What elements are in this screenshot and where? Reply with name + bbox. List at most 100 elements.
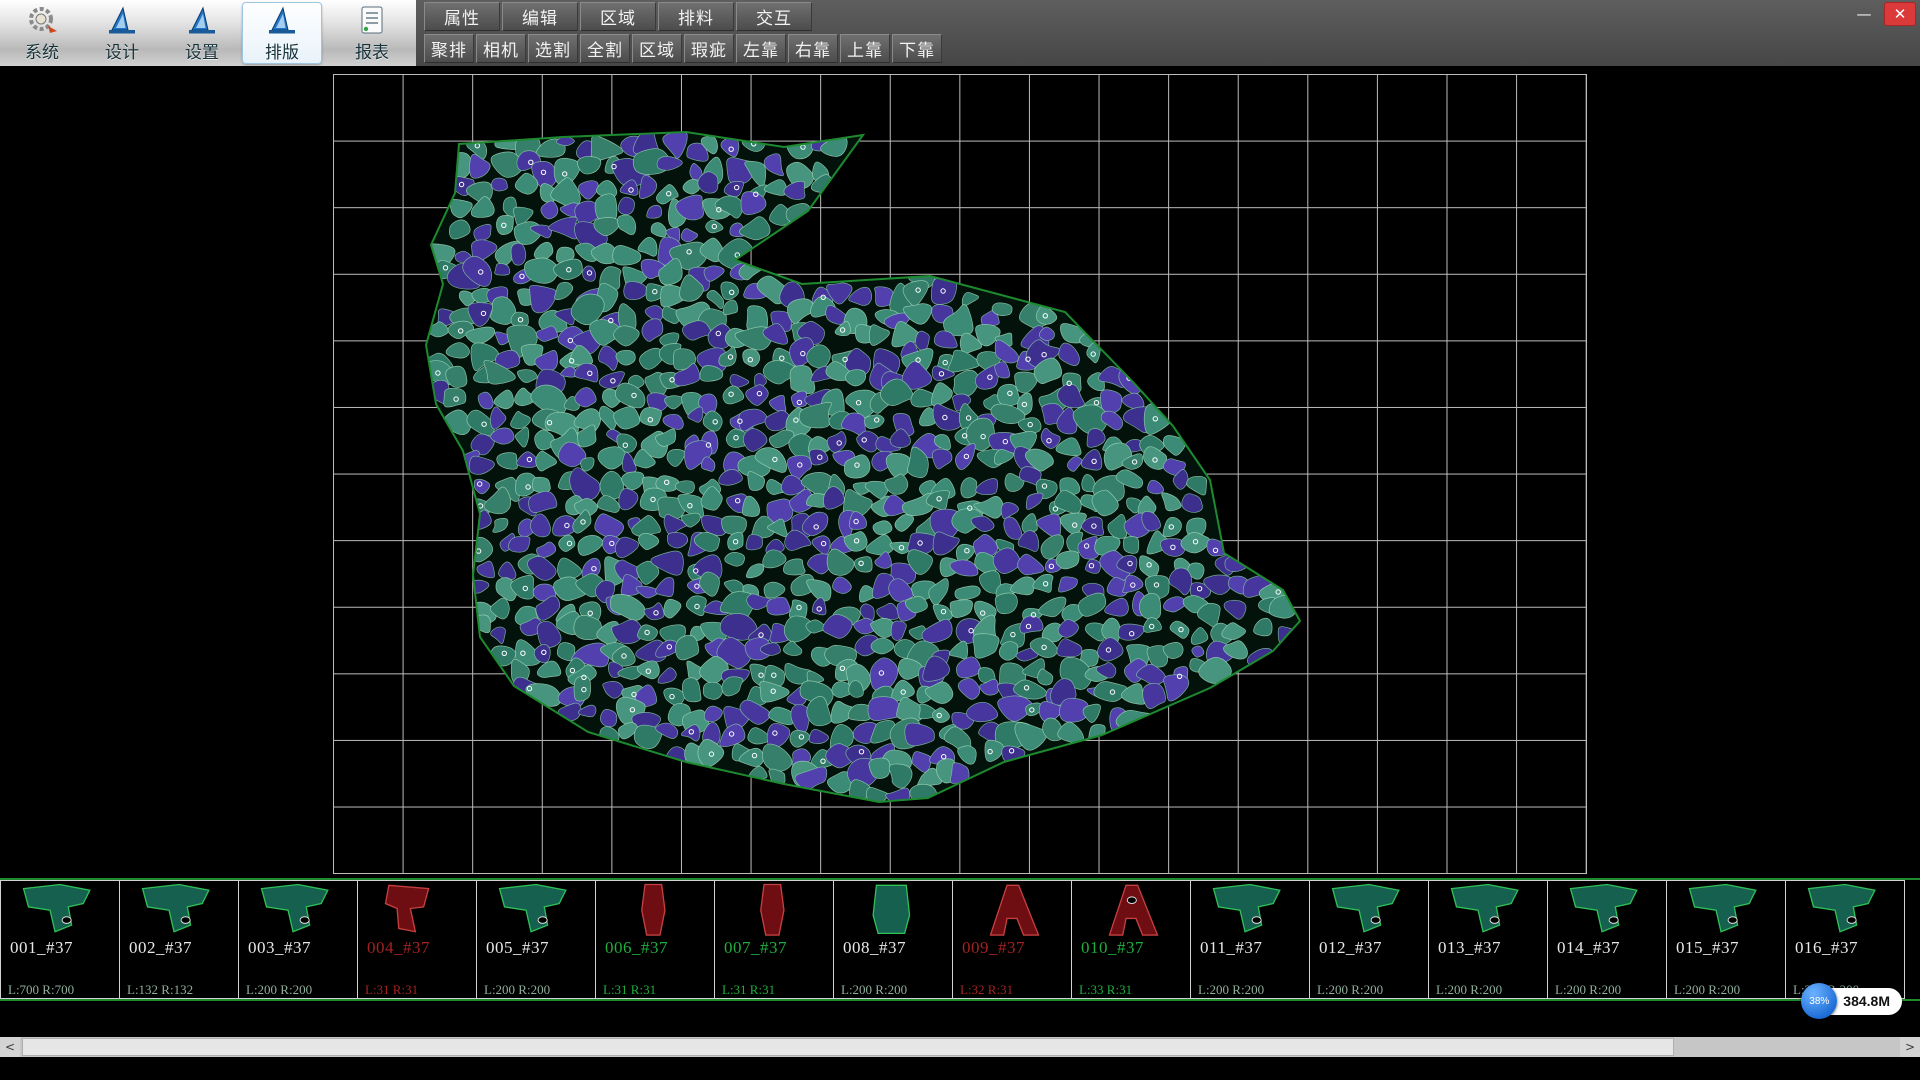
menu-button-align-left[interactable]: 左靠	[736, 34, 786, 63]
menu-button-cut-all[interactable]: 全割	[580, 34, 630, 63]
piece-thumbnail[interactable]: 002_#37 L:132 R:132	[119, 880, 239, 999]
menu-tab-properties[interactable]: 属性	[424, 2, 500, 31]
tool-nesting[interactable]: 排版	[242, 2, 322, 64]
menu-zone: 属性编辑区域排料交互 聚排相机选割全割区域瑕疵左靠右靠上靠下靠 — ✕	[416, 0, 1920, 66]
piece-lr-count: L:200 R:200	[246, 982, 312, 998]
piece-shape	[7, 882, 113, 940]
piece-lr-count: L:200 R:200	[1198, 982, 1264, 998]
piece-thumbnail[interactable]: 005_#37 L:200 R:200	[476, 880, 596, 999]
tool-settings-label: 设置	[185, 38, 219, 63]
piece-name: 008_#37	[843, 938, 906, 958]
piece-name: 003_#37	[248, 938, 311, 958]
menu-button-align-top[interactable]: 上靠	[840, 34, 890, 63]
piece-thumbnail[interactable]: 015_#37 L:200 R:200	[1666, 880, 1786, 999]
piece-lr-count: L:200 R:200	[1674, 982, 1740, 998]
horizontal-scrollbar[interactable]: < >	[0, 1037, 1920, 1057]
menu-tab-edit[interactable]: 编辑	[502, 2, 578, 31]
piece-name: 012_#37	[1319, 938, 1382, 958]
menu-button-camera[interactable]: 相机	[476, 34, 526, 63]
piece-name: 005_#37	[486, 938, 549, 958]
piece-name: 015_#37	[1676, 938, 1739, 958]
tool-settings[interactable]: 设置	[162, 2, 242, 64]
piece-name: 011_#37	[1200, 938, 1262, 958]
tool-nesting-label: 排版	[265, 38, 299, 63]
piece-shape	[1197, 882, 1303, 940]
piece-shape	[1792, 882, 1898, 940]
menu-tab-row: 属性编辑区域排料交互	[424, 2, 812, 31]
piece-shape	[1078, 882, 1184, 940]
piece-lr-count: L:132 R:132	[127, 982, 193, 998]
piece-lr-count: L:200 R:200	[1436, 982, 1502, 998]
piece-shape	[483, 882, 589, 940]
window-controls: — ✕	[1848, 2, 1916, 26]
piece-lr-count: L:32 R:31	[960, 982, 1013, 998]
menu-tab-interactive[interactable]: 交互	[736, 2, 812, 31]
piece-shape	[721, 882, 827, 940]
menu-button-cluster-nest[interactable]: 聚排	[424, 34, 474, 63]
piece-thumbnail[interactable]: 010_#37 L:33 R:31	[1071, 880, 1191, 999]
piece-shape	[126, 882, 232, 940]
menu-button-align-bottom[interactable]: 下靠	[892, 34, 942, 63]
piece-lr-count: L:31 R:31	[603, 982, 656, 998]
toolbar-separator	[322, 0, 332, 66]
piece-thumbnail[interactable]: 008_#37 L:200 R:200	[833, 880, 953, 999]
set-square-icon	[104, 4, 140, 36]
piece-thumbnail[interactable]: 007_#37 L:31 R:31	[714, 880, 834, 999]
piece-thumbnail[interactable]: 004_#37 L:31 R:31	[357, 880, 477, 999]
piece-name: 002_#37	[129, 938, 192, 958]
piece-thumbnail[interactable]: 016_#37 L:200 R:200	[1785, 880, 1905, 999]
piece-shape	[1554, 882, 1660, 940]
tool-system[interactable]: 系统	[2, 2, 82, 64]
close-button[interactable]: ✕	[1884, 2, 1916, 26]
set-square-icon	[184, 4, 220, 36]
progress-widget: 38% 384.8M	[1801, 983, 1902, 1019]
piece-thumbnail[interactable]: 009_#37 L:32 R:31	[952, 880, 1072, 999]
piece-lr-count: L:200 R:200	[1317, 982, 1383, 998]
nesting-layout[interactable]	[0, 66, 1920, 878]
scroll-right-button[interactable]: >	[1900, 1037, 1920, 1057]
pieces-strip: 001_#37 L:700 R:700 002_#37 L:132 R:132 …	[0, 878, 1920, 1001]
piece-thumbnail[interactable]: 006_#37 L:31 R:31	[595, 880, 715, 999]
piece-lr-count: L:700 R:700	[8, 982, 74, 998]
piece-name: 006_#37	[605, 938, 668, 958]
menu-button-align-right[interactable]: 右靠	[788, 34, 838, 63]
menu-tab-region[interactable]: 区域	[580, 2, 656, 31]
tool-report-label: 报表	[355, 38, 389, 63]
piece-lr-count: L:33 R:31	[1079, 982, 1132, 998]
scrollbar-track[interactable]	[20, 1037, 1900, 1057]
tool-report[interactable]: 报表	[332, 2, 412, 64]
piece-lr-count: L:31 R:31	[722, 982, 775, 998]
menu-button-defect[interactable]: 瑕疵	[684, 34, 734, 63]
tool-icon-group: 系统 设计 设置	[2, 0, 412, 66]
minimize-button[interactable]: —	[1848, 2, 1880, 26]
scroll-left-button[interactable]: <	[0, 1037, 20, 1057]
piece-shape	[840, 882, 946, 940]
scrollbar-thumb[interactable]	[22, 1038, 1674, 1056]
menu-tab-nesting[interactable]: 排料	[658, 2, 734, 31]
piece-thumbnail[interactable]: 013_#37 L:200 R:200	[1428, 880, 1548, 999]
piece-thumbnail[interactable]: 012_#37 L:200 R:200	[1309, 880, 1429, 999]
tool-design[interactable]: 设计	[82, 2, 162, 64]
piece-shape	[602, 882, 708, 940]
menu-action-row: 聚排相机选割全割区域瑕疵左靠右靠上靠下靠	[424, 34, 942, 63]
piece-shape	[1316, 882, 1422, 940]
piece-name: 001_#37	[10, 938, 73, 958]
menu-button-region-cut[interactable]: 区域	[632, 34, 682, 63]
menu-button-select-cut[interactable]: 选割	[528, 34, 578, 63]
gear-icon	[24, 4, 60, 36]
piece-thumbnail[interactable]: 003_#37 L:200 R:200	[238, 880, 358, 999]
tool-design-label: 设计	[105, 38, 139, 63]
piece-thumbnail[interactable]: 001_#37 L:700 R:700	[0, 880, 120, 999]
piece-shape	[364, 882, 470, 940]
piece-shape	[959, 882, 1065, 940]
main-toolbar: 系统 设计 设置	[0, 0, 1920, 66]
piece-name: 004_#37	[367, 938, 430, 958]
piece-thumbnail[interactable]: 011_#37 L:200 R:200	[1190, 880, 1310, 999]
piece-lr-count: L:31 R:31	[365, 982, 418, 998]
piece-lr-count: L:200 R:200	[1555, 982, 1621, 998]
piece-thumbnail[interactable]: 014_#37 L:200 R:200	[1547, 880, 1667, 999]
piece-shape	[1435, 882, 1541, 940]
piece-shape	[1673, 882, 1779, 940]
nesting-canvas[interactable]	[0, 66, 1920, 878]
piece-name: 007_#37	[724, 938, 787, 958]
